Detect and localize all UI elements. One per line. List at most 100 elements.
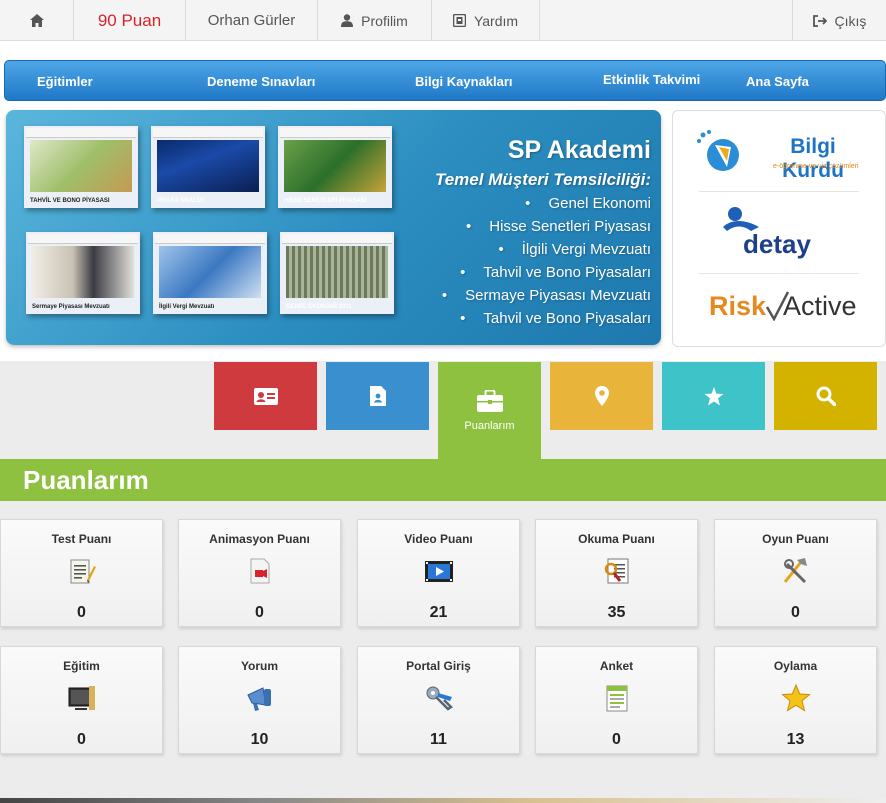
logout-link[interactable]: Çıkış	[792, 0, 886, 41]
voting-star-icon	[780, 683, 811, 712]
course-thumbnail[interactable]: GENEL EKONOMİ 2011	[280, 232, 394, 314]
list-item: Genel Ekonomi	[442, 192, 651, 215]
score-card-game[interactable]: Oyun Puanı 0	[714, 519, 877, 627]
partner-logos: Bilgi Kurdu e-öğrenme ve viz çözümleri d…	[672, 110, 886, 347]
thumbnail-toolbar	[282, 234, 392, 244]
score-card-value: 21	[429, 604, 448, 621]
thumbnail-image	[30, 140, 132, 192]
home-button[interactable]	[0, 0, 74, 41]
footer-edge	[0, 798, 886, 803]
help-book-icon	[452, 14, 466, 27]
score-card-label: Okuma Puanı	[578, 532, 655, 546]
score-card-value: 11	[430, 731, 447, 748]
star-icon	[704, 386, 723, 405]
nav-item-event-calendar[interactable]: Etkinlik Takvimi	[603, 59, 700, 100]
course-thumbnail[interactable]: Sermaye Piyasası Mevzuatı	[26, 232, 140, 314]
tile-my-points-label: Puanlarım	[464, 420, 515, 432]
risk-active-logo[interactable]: Risk Active	[693, 289, 869, 329]
list-item: Tahvil ve Bono Piyasaları	[442, 307, 651, 330]
divider	[699, 191, 859, 192]
help-link[interactable]: Yardım	[432, 0, 540, 41]
profile-label: Profilim	[361, 12, 408, 29]
course-thumbnail[interactable]: PİYASA ANALİZİ	[151, 126, 265, 208]
main-nav: Eğitimler Deneme Sınavları Bilgi Kaynakl…	[4, 60, 886, 101]
animation-icon	[250, 558, 269, 584]
score-card-value: 35	[607, 604, 626, 621]
bilgi-kurdu-logo[interactable]: Bilgi Kurdu e-öğrenme ve viz çözümleri	[693, 127, 869, 185]
score-card-label: Yorum	[240, 659, 279, 673]
profile-link[interactable]: Profilim	[318, 0, 432, 41]
id-card-icon	[253, 387, 278, 405]
course-thumbnail[interactable]: İlgili Vergi Mevzuatı	[153, 232, 267, 314]
tile-document[interactable]	[326, 362, 429, 430]
course-thumbnail[interactable]: HİSSE SENETLERİ PİYASASI	[278, 126, 392, 208]
risk-text: Risk	[709, 291, 767, 321]
tile-location[interactable]	[550, 362, 653, 430]
points-display[interactable]: 90 Puan	[74, 0, 186, 41]
score-card-reading[interactable]: Okuma Puanı 35	[535, 519, 698, 627]
list-item: Hisse Senetleri Piyasası	[442, 215, 651, 238]
user-icon	[341, 14, 354, 27]
training-icon	[68, 686, 95, 710]
score-card-label: Video Puanı	[404, 532, 473, 546]
reading-icon	[604, 558, 628, 584]
detay-name: detay	[743, 229, 811, 259]
home-icon	[29, 14, 44, 27]
tile-id-card[interactable]	[214, 362, 317, 430]
score-card-comment[interactable]: Yorum 10	[178, 646, 341, 754]
thumbnail-caption: İlgili Vergi Mevzuatı	[159, 304, 215, 310]
nav-item-home[interactable]: Ana Sayfa	[746, 61, 809, 102]
score-card-label: Portal Giriş	[406, 659, 471, 673]
game-icon	[783, 558, 807, 584]
sign-out-icon	[812, 14, 827, 27]
course-thumbnail[interactable]: TAHVİL VE BONO PİYASASI	[24, 126, 138, 208]
score-card-value: 0	[77, 731, 86, 748]
thumbnail-toolbar	[28, 234, 138, 244]
score-card-label: Oyun Puanı	[762, 532, 829, 546]
thumbnail-toolbar	[280, 128, 390, 138]
score-card-video[interactable]: Video Puanı 21	[357, 519, 520, 627]
thumbnail-image	[32, 246, 134, 298]
score-card-animation[interactable]: Animasyon Puanı 0	[178, 519, 341, 627]
score-card-value: 10	[250, 731, 269, 748]
top-bar-spacer	[540, 0, 792, 41]
tile-search[interactable]	[774, 362, 877, 430]
score-card-survey[interactable]: Anket 0	[535, 646, 698, 754]
video-icon	[424, 561, 453, 582]
score-card-value: 0	[791, 604, 800, 621]
logout-label: Çıkış	[834, 12, 867, 29]
score-card-value: 13	[786, 731, 805, 748]
bilgi-kurdu-mark-icon	[697, 130, 739, 171]
score-card-training[interactable]: Eğitim 0	[0, 646, 163, 754]
thumbnail-caption: HİSSE SENETLERİ PİYASASI	[284, 198, 367, 204]
sp-akademi-banner[interactable]: TAHVİL VE BONO PİYASASI PİYASA ANALİZİ H…	[6, 110, 661, 345]
thumbnail-toolbar	[26, 128, 136, 138]
score-card-label: Anket	[599, 659, 634, 673]
document-user-icon	[369, 386, 386, 406]
tile-my-points[interactable]: Puanlarım	[438, 362, 541, 460]
tile-favorites[interactable]	[662, 362, 765, 430]
section-header: Puanlarım	[0, 459, 886, 501]
score-card-value: 0	[77, 604, 86, 621]
nav-item-knowledge-resources[interactable]: Bilgi Kaynakları	[415, 61, 513, 102]
divider	[699, 273, 859, 274]
detay-logo[interactable]: detay	[693, 203, 869, 263]
map-marker-icon	[594, 386, 609, 406]
user-name[interactable]: Orhan Gürler	[186, 0, 318, 41]
thumbnail-caption: Sermaye Piyasası Mevzuatı	[32, 304, 110, 310]
survey-icon	[606, 685, 627, 712]
banner-title: SP Akademi	[507, 136, 651, 164]
nav-item-trainings[interactable]: Eğitimler	[37, 61, 93, 102]
score-card-voting[interactable]: Oylama 13	[714, 646, 877, 754]
nav-item-practice-exams[interactable]: Deneme Sınavları	[207, 61, 315, 102]
thumbnail-image	[286, 246, 388, 298]
score-card-label: Test Puanı	[51, 532, 112, 546]
thumbnail-image	[157, 140, 259, 192]
bilgi-kurdu-name: Bilgi Kurdu	[782, 135, 844, 182]
bilgi-kurdu-tagline: e-öğrenme ve viz çözümleri	[773, 163, 859, 170]
score-card-portal-login[interactable]: Portal Giriş 11	[357, 646, 520, 754]
thumbnail-image	[284, 140, 386, 192]
section-title: Puanlarım	[23, 465, 149, 495]
score-card-test[interactable]: Test Puanı 0	[0, 519, 163, 627]
briefcase-icon	[476, 390, 503, 412]
